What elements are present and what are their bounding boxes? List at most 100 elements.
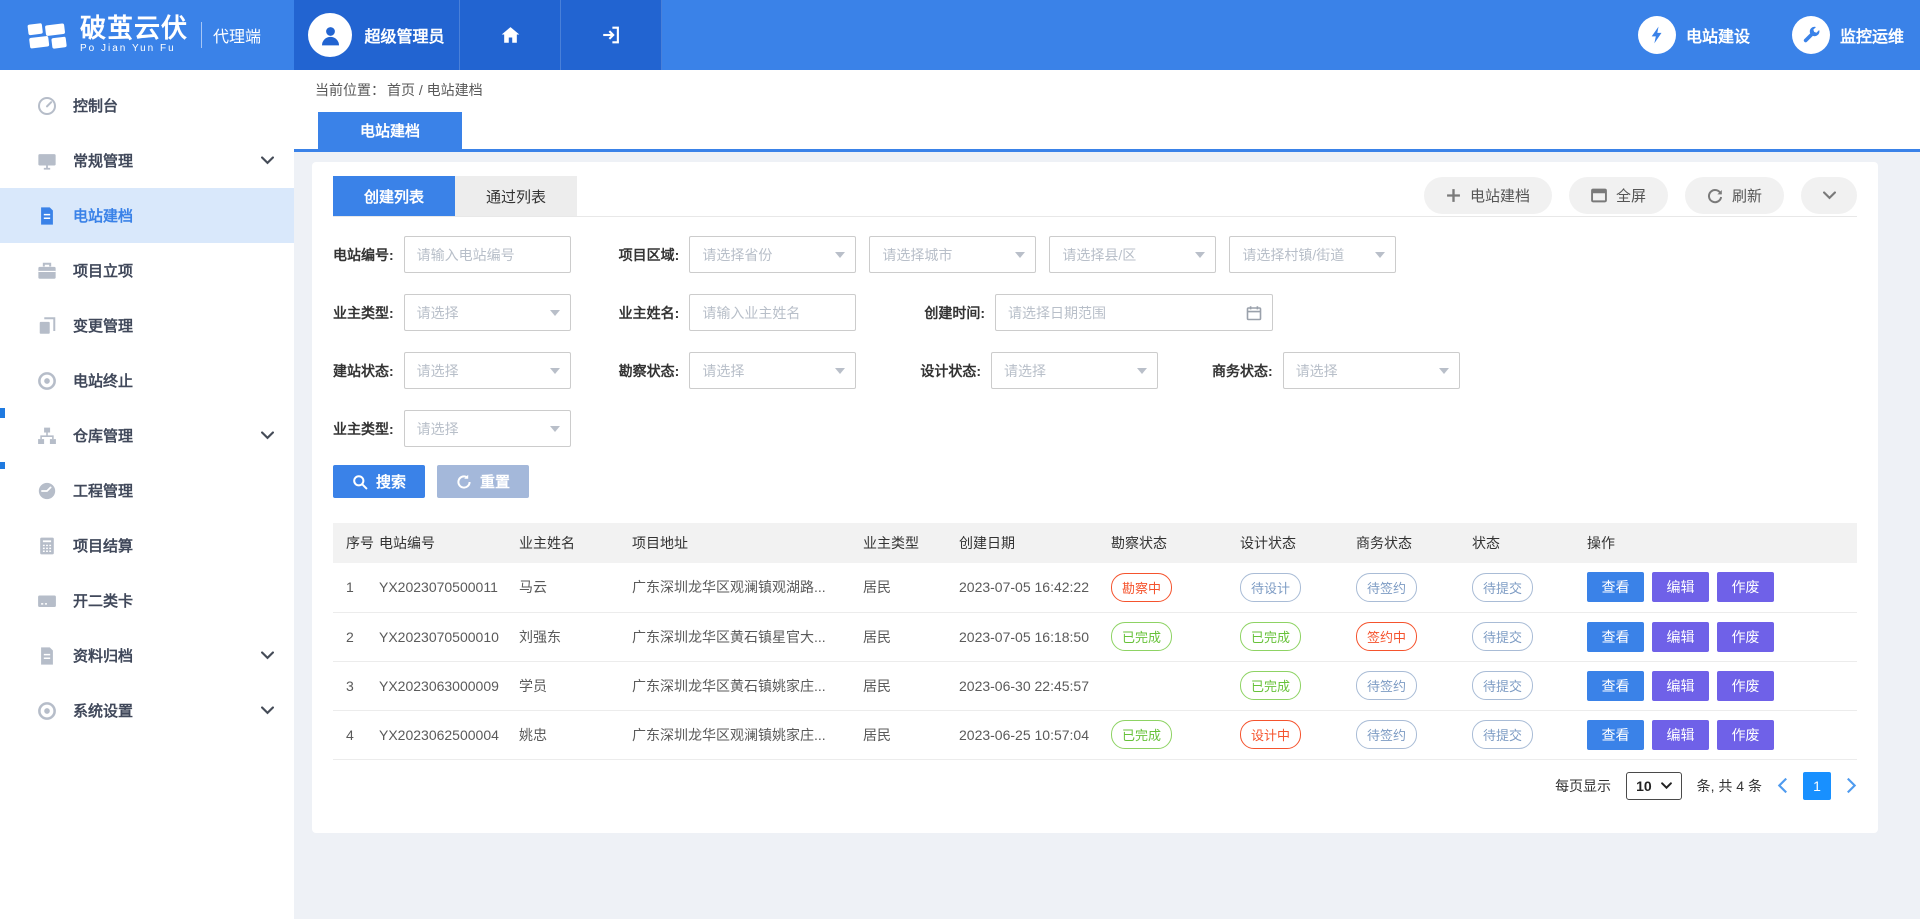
tab-pass-list[interactable]: 通过列表: [455, 176, 577, 216]
next-page-button[interactable]: [1846, 777, 1857, 794]
filter-label: 勘察状态:: [619, 361, 680, 381]
survey-status-select[interactable]: 请选择: [689, 352, 856, 389]
owner-name-input[interactable]: [689, 294, 856, 331]
status-badge: 待提交: [1472, 573, 1533, 602]
reset-button[interactable]: 重置: [437, 465, 529, 498]
dropdown-caret-icon: [1137, 368, 1147, 374]
void-button[interactable]: 作废: [1717, 671, 1774, 701]
header-cells: 超级管理员: [294, 0, 662, 70]
home-button[interactable]: [460, 0, 561, 70]
view-button[interactable]: 查看: [1587, 622, 1644, 652]
sidebar-item-station-termination[interactable]: 电站终止: [0, 353, 294, 408]
header-nav-station-construction[interactable]: 电站建设: [1638, 16, 1750, 54]
dropdown-caret-icon: [550, 426, 560, 432]
status-badge: 待签约: [1356, 573, 1417, 602]
brand-divider: [201, 22, 202, 48]
build-status-select[interactable]: 请选择: [404, 352, 571, 389]
user-menu[interactable]: 超级管理员: [294, 0, 460, 70]
void-button[interactable]: 作废: [1717, 572, 1774, 602]
breadcrumb-path[interactable]: 首页 / 电站建档: [387, 80, 483, 100]
sidebar: 控制台常规管理电站建档项目立项变更管理电站终止仓库管理工程管理项目结算开二类卡资…: [0, 70, 294, 919]
owner-type2-select[interactable]: 请选择: [404, 410, 571, 447]
sidebar-item-data-archiving[interactable]: 资料归档: [0, 628, 294, 683]
filter-label: 业主类型:: [333, 303, 394, 323]
main-panel: 创建列表通过列表 电站建档 全屏 刷新: [312, 162, 1878, 833]
panel-header: 创建列表通过列表 电站建档 全屏 刷新: [333, 162, 1857, 217]
view-button[interactable]: 查看: [1587, 671, 1644, 701]
briefcase-icon: [37, 261, 59, 281]
column-header: 电站编号: [379, 523, 519, 563]
edit-button[interactable]: 编辑: [1652, 572, 1709, 602]
view-button[interactable]: 查看: [1587, 572, 1644, 602]
station-code-input[interactable]: [404, 236, 571, 273]
sidebar-item-station-filing[interactable]: 电站建档: [0, 188, 294, 243]
sidebar-item-warehouse-management[interactable]: 仓库管理: [0, 408, 294, 463]
chevron-down-icon: [261, 431, 274, 440]
sidebar-item-project-settlement[interactable]: 项目结算: [0, 518, 294, 573]
design-status-select[interactable]: 请选择: [991, 352, 1158, 389]
province-select[interactable]: 请选择省份: [689, 236, 856, 273]
bolt-icon: [1638, 16, 1676, 54]
sidebar-item-change-management[interactable]: 变更管理: [0, 298, 294, 353]
create-station-button[interactable]: 电站建档: [1424, 177, 1552, 214]
sidebar-item-project-initiation[interactable]: 项目立项: [0, 243, 294, 298]
page-tab-bar: 电站建档: [294, 110, 1920, 152]
top-header: 破茧云伏 Po Jian Yun Fu 代理端 超级管理员 电站建设 监控运维: [0, 0, 1920, 70]
edit-button[interactable]: 编辑: [1652, 671, 1709, 701]
table-row: 2YX2023070500010刘强东广东深圳龙华区黄石镇星官大...居民202…: [333, 612, 1857, 661]
search-button[interactable]: 搜索: [333, 465, 425, 498]
sidebar-item-system-settings[interactable]: 系统设置: [0, 683, 294, 738]
county-select[interactable]: 请选择县/区: [1049, 236, 1216, 273]
refresh-button[interactable]: 刷新: [1685, 177, 1784, 214]
status-badge: 待签约: [1356, 671, 1417, 700]
edit-button[interactable]: 编辑: [1652, 720, 1709, 750]
page-tab-station-filing[interactable]: 电站建档: [318, 112, 462, 149]
chevron-down-icon: [1661, 782, 1672, 789]
home-icon: [499, 24, 522, 47]
fullscreen-icon: [1591, 188, 1607, 203]
status-badge: 勘察中: [1111, 573, 1172, 602]
view-button[interactable]: 查看: [1587, 720, 1644, 750]
monitor-icon: [37, 151, 59, 171]
current-page[interactable]: 1: [1803, 772, 1831, 800]
collapse-toolbar-button[interactable]: [1801, 177, 1857, 214]
void-button[interactable]: 作废: [1717, 622, 1774, 652]
header-right-nav: 电站建设 监控运维: [1638, 0, 1920, 70]
logout-button[interactable]: [561, 0, 662, 70]
wrench-icon: [1792, 16, 1830, 54]
tab-create-list[interactable]: 创建列表: [333, 176, 455, 216]
status-badge: 待提交: [1472, 671, 1533, 700]
town-select[interactable]: 请选择村镇/街道: [1229, 236, 1396, 273]
chevron-down-icon: [261, 651, 274, 660]
header-nav-monitoring-operations[interactable]: 监控运维: [1792, 16, 1904, 54]
chevron-down-icon: [261, 706, 274, 715]
city-select[interactable]: 请选择城市: [869, 236, 1036, 273]
edit-button[interactable]: 编辑: [1652, 622, 1709, 652]
settings-icon: [37, 701, 59, 721]
breadcrumb: 当前位置： 首页 / 电站建档: [294, 70, 1920, 110]
user-avatar: [308, 13, 352, 57]
sidebar-item-console[interactable]: 控制台: [0, 78, 294, 133]
brand[interactable]: 破茧云伏 Po Jian Yun Fu 代理端: [0, 0, 294, 70]
gauge-icon: [37, 481, 59, 501]
sidebar-item-general-management[interactable]: 常规管理: [0, 133, 294, 188]
filter-label: 建站状态:: [333, 361, 394, 381]
column-header: 商务状态: [1356, 523, 1472, 563]
fullscreen-button[interactable]: 全屏: [1569, 177, 1668, 214]
refresh-icon: [1707, 188, 1723, 204]
void-button[interactable]: 作废: [1717, 720, 1774, 750]
sidebar-item-type2-card[interactable]: 开二类卡: [0, 573, 294, 628]
sidebar-item-engineering-management[interactable]: 工程管理: [0, 463, 294, 518]
page-size-select[interactable]: 10: [1626, 772, 1682, 800]
create-time-range-input[interactable]: 请选择日期范围: [995, 294, 1273, 331]
table-row: 3YX2023063000009学员广东深圳龙华区黄石镇姚家庄...居民2023…: [333, 661, 1857, 710]
dropdown-caret-icon: [550, 368, 560, 374]
owner-type-select[interactable]: 请选择: [404, 294, 571, 331]
column-header: 序号: [333, 523, 379, 563]
filter-label: 业主姓名:: [619, 303, 680, 323]
business-status-select[interactable]: 请选择: [1283, 352, 1460, 389]
brand-title: 破茧云伏: [80, 15, 188, 42]
prev-page-button[interactable]: [1777, 777, 1788, 794]
table-row: 4YX2023062500004姚忠广东深圳龙华区观澜镇姚家庄...居民2023…: [333, 710, 1857, 759]
main-content: 当前位置： 首页 / 电站建档 电站建档 创建列表通过列表 电站建档 全屏: [294, 70, 1920, 919]
